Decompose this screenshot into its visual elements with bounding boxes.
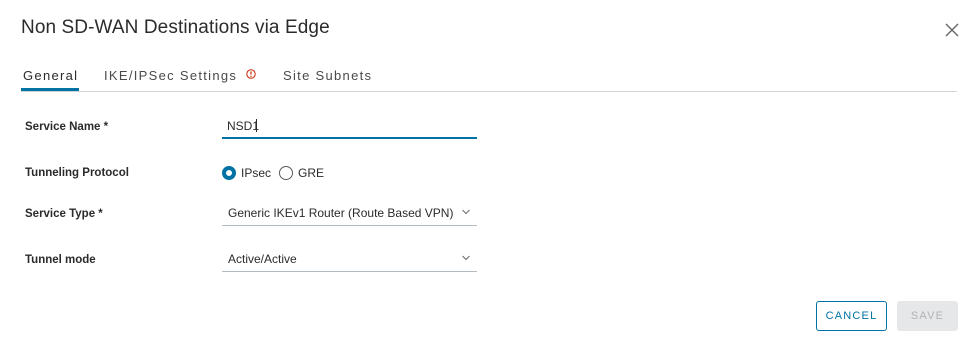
chevron-down-icon <box>462 209 470 215</box>
service-type-value: Generic IKEv1 Router (Route Based VPN) <box>228 206 454 220</box>
save-button[interactable]: SAVE <box>897 301 958 331</box>
service-name-input[interactable]: NSD1 <box>222 116 477 139</box>
radio-ipsec[interactable] <box>222 166 236 180</box>
tab-ike-ipsec-settings[interactable]: IKE/IPSec Settings <box>104 68 237 83</box>
radio-gre-label[interactable]: GRE <box>298 166 324 180</box>
service-type-label: Service Type * <box>25 208 103 220</box>
tunnel-mode-label: Tunnel mode <box>25 254 96 266</box>
tab-general[interactable]: General <box>23 68 78 83</box>
text-caret <box>256 119 257 132</box>
service-name-value: NSD1 <box>227 119 260 133</box>
tab-site-subnets[interactable]: Site Subnets <box>283 68 372 83</box>
tab-bar: General IKE/IPSec Settings Site Subnets <box>21 60 957 92</box>
cancel-button[interactable]: CANCEL <box>816 301 887 331</box>
active-tab-indicator <box>21 88 79 91</box>
exclamation-circle-icon <box>246 69 256 79</box>
service-name-label: Service Name * <box>25 121 109 133</box>
service-type-select[interactable]: Generic IKEv1 Router (Route Based VPN) <box>222 203 477 226</box>
tunnel-mode-value: Active/Active <box>228 252 297 266</box>
radio-gre[interactable] <box>279 166 293 180</box>
dialog-title: Non SD-WAN Destinations via Edge <box>21 17 330 38</box>
tunnel-mode-select[interactable]: Active/Active <box>222 249 477 272</box>
radio-ipsec-label[interactable]: IPsec <box>241 166 271 180</box>
tunneling-protocol-label: Tunneling Protocol <box>25 167 129 179</box>
close-icon[interactable] <box>943 21 961 39</box>
chevron-down-icon <box>462 255 470 261</box>
